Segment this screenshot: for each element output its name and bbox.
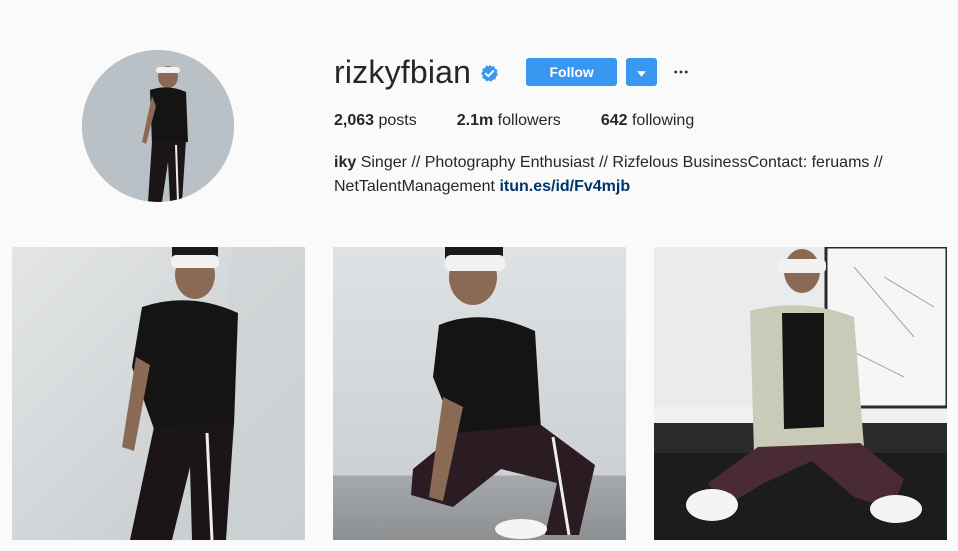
post-thumbnail-3[interactable] bbox=[654, 247, 947, 540]
post-thumbnail-2[interactable] bbox=[333, 247, 626, 540]
chevron-down-icon bbox=[637, 65, 647, 80]
bio-link[interactable]: itun.es/id/Fv4mjb bbox=[499, 178, 630, 195]
post-photo-sofa bbox=[654, 247, 947, 540]
profile-full-name: iky bbox=[334, 154, 357, 171]
profile-header: rizkyfbian Follow bbox=[334, 52, 691, 92]
verified-badge-icon bbox=[480, 64, 499, 83]
suggestions-dropdown-button[interactable] bbox=[626, 58, 658, 86]
followers-count: 2.1m bbox=[456, 112, 494, 129]
profile-bio: iky Singer // Photography Enthusiast // … bbox=[334, 151, 914, 199]
avatar-photo bbox=[82, 50, 234, 202]
username: rizkyfbian bbox=[334, 54, 472, 90]
following-stat[interactable]: 642 following bbox=[601, 111, 694, 131]
posts-stat: 2,063 posts bbox=[334, 111, 417, 131]
posts-count: 2,063 bbox=[334, 112, 375, 129]
following-count: 642 bbox=[600, 112, 628, 129]
following-label: following bbox=[631, 112, 695, 129]
followers-stat[interactable]: 2.1m followers bbox=[457, 111, 561, 131]
follow-button[interactable]: Follow bbox=[526, 58, 618, 86]
more-options-icon[interactable] bbox=[671, 58, 691, 86]
followers-label: followers bbox=[497, 112, 561, 129]
profile-stats: 2,063 posts 2.1m followers 642 following bbox=[334, 111, 734, 131]
post-photo-crouching bbox=[333, 247, 626, 540]
profile-avatar bbox=[82, 50, 234, 202]
post-photo-standing bbox=[12, 247, 305, 540]
post-thumbnail-1[interactable] bbox=[12, 247, 305, 540]
posts-label: posts bbox=[378, 112, 417, 129]
